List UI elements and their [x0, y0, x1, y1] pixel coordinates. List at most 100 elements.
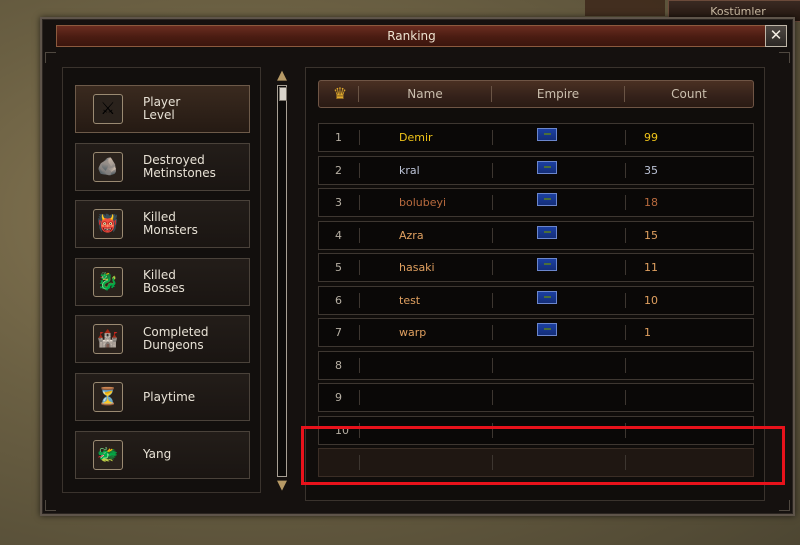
table-row[interactable] [318, 448, 754, 477]
cell-divider [625, 227, 626, 243]
monster-icon: 👹 [93, 209, 123, 240]
cell-divider [492, 422, 493, 438]
ranking-table: ♛ Name Empire Count 1 Demir 99 2 kral 35 3 bolu… [305, 67, 765, 501]
category-label: Killed Bosses [143, 267, 185, 295]
player-name-cell: Demir [399, 131, 433, 144]
cell-divider [492, 292, 493, 308]
table-row[interactable]: 3 bolubeyi 18 [318, 188, 754, 217]
table-row[interactable]: 5 hasaki 11 [318, 253, 754, 282]
category-label: Playtime [143, 389, 196, 404]
dungeon-icon: 🏰 [93, 324, 123, 355]
yang-icon: 🐲 [93, 439, 123, 470]
ranking-window: Ranking ✕ ⚔ Player Level 🪨 Destroyed Metins… [40, 17, 795, 516]
cell-divider [359, 130, 360, 145]
player-level-icon: ⚔ [93, 94, 123, 124]
rank-cell: 10 [335, 423, 349, 437]
empire-flag-icon [537, 258, 557, 271]
cell-divider [359, 422, 360, 438]
category-button[interactable]: 🐉 Killed Bosses [75, 257, 250, 306]
background-decoration [585, 0, 665, 16]
scroll-down-arrow-icon[interactable]: ▼ [274, 479, 290, 493]
empire-flag-icon [537, 193, 557, 206]
cell-divider [625, 195, 626, 210]
table-row[interactable]: 10 [318, 415, 754, 445]
frame-corner [779, 52, 790, 63]
empire-flag-icon [537, 128, 557, 141]
metinstone-icon: 🪨 [93, 151, 123, 182]
frame-corner [779, 500, 790, 511]
table-row[interactable]: 1 Demir 99 [318, 123, 754, 152]
crown-icon: ♛ [332, 84, 348, 103]
cell-divider [625, 422, 626, 438]
rank-cell: 2 [335, 163, 342, 177]
rank-cell: 6 [335, 293, 342, 307]
rank-cell: 4 [335, 228, 342, 242]
category-scrollbar[interactable]: ▲ ▼ [274, 69, 290, 494]
category-button[interactable]: 🪨 Destroyed Metinstones [75, 142, 250, 191]
category-button[interactable]: ⏳ Playtime [75, 373, 250, 421]
cell-divider [492, 260, 493, 275]
cell-divider [359, 227, 360, 243]
close-button[interactable]: ✕ [765, 25, 787, 47]
table-row[interactable]: 9 [318, 383, 754, 412]
column-header-empire: Empire [536, 87, 580, 101]
cell-divider [359, 162, 360, 178]
rank-cell: 9 [335, 391, 342, 404]
empire-flag-icon [537, 290, 557, 304]
table-row[interactable]: 2 kral 35 [318, 155, 754, 185]
table-row[interactable]: 8 [318, 350, 754, 380]
rank-cell: 1 [335, 131, 342, 144]
cell-divider [492, 325, 493, 340]
empire-flag-icon [537, 323, 557, 336]
category-label: Destroyed Metinstones [143, 152, 216, 180]
count-cell: 11 [644, 261, 658, 274]
cell-divider [492, 130, 493, 145]
cell-divider [359, 455, 360, 470]
cell-divider [359, 292, 360, 308]
table-row[interactable]: 6 test 10 [318, 285, 754, 315]
count-cell: 15 [644, 228, 658, 242]
cell-divider [492, 357, 493, 373]
cell-divider [492, 390, 493, 405]
cell-divider [625, 357, 626, 373]
cell-divider [625, 455, 626, 470]
frame-corner [45, 52, 56, 63]
player-name-cell: hasaki [399, 261, 435, 274]
category-button[interactable]: 👹 Killed Monsters [75, 200, 250, 249]
cell-divider [359, 390, 360, 405]
scroll-thumb[interactable] [279, 87, 287, 101]
frame-corner [45, 500, 56, 511]
category-button[interactable]: 🐲 Yang [75, 430, 250, 479]
count-cell: 1 [644, 326, 651, 339]
table-row[interactable]: 4 Azra 15 [318, 220, 754, 250]
table-row[interactable]: 7 warp 1 [318, 318, 754, 347]
column-header-count: Count [671, 87, 707, 101]
cell-divider [492, 195, 493, 210]
count-cell: 35 [644, 163, 658, 177]
category-label: Completed Dungeons [143, 325, 209, 353]
title-bar[interactable]: Ranking [56, 25, 767, 47]
count-cell: 10 [644, 293, 658, 307]
category-button[interactable]: ⚔ Player Level [75, 85, 250, 133]
rank-cell: 5 [335, 261, 342, 274]
category-label: Killed Monsters [143, 210, 198, 238]
cell-divider [359, 325, 360, 340]
cell-divider [359, 357, 360, 373]
cell-divider [492, 162, 493, 178]
scroll-up-arrow-icon[interactable]: ▲ [274, 69, 290, 83]
count-cell: 99 [644, 131, 658, 144]
rank-cell: 3 [335, 196, 342, 209]
category-list: ⚔ Player Level 🪨 Destroyed Metinstones 👹 Kill… [62, 67, 261, 493]
category-label: Player Level [143, 95, 181, 122]
playtime-icon: ⏳ [93, 382, 123, 412]
cell-divider [625, 292, 626, 308]
category-button[interactable]: 🏰 Completed Dungeons [75, 315, 250, 364]
scroll-track[interactable] [277, 85, 287, 477]
category-label: Yang [143, 447, 172, 462]
rank-cell: 8 [335, 358, 342, 372]
boss-icon: 🐉 [93, 266, 123, 297]
cell-divider [625, 260, 626, 275]
player-name-cell: warp [399, 326, 427, 339]
count-cell: 18 [644, 196, 658, 209]
cell-divider [625, 162, 626, 178]
